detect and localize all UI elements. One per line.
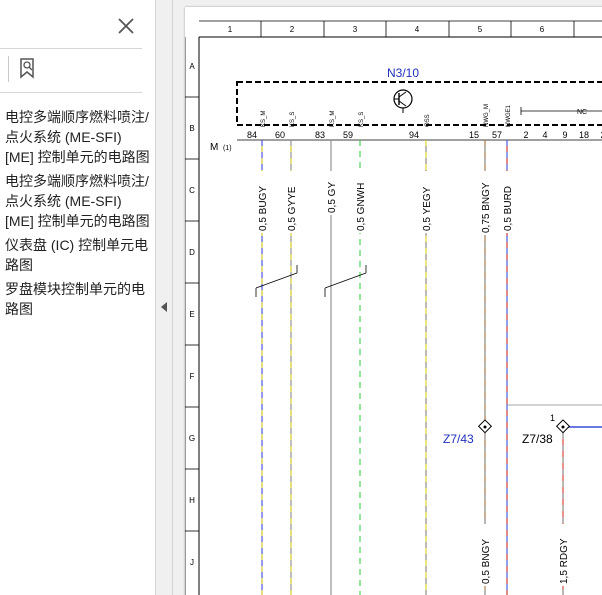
row-letter: A [189, 62, 195, 71]
ground-ref: (1) [223, 145, 232, 152]
row-letter: G [189, 434, 195, 443]
row-letter: D [189, 248, 195, 257]
wire-code: 0,5 BURD [503, 186, 514, 231]
pin-numbers: 84 60 83 59 94 15 57 [247, 130, 502, 140]
nc-pin: 4 [542, 130, 547, 140]
pin-number: 59 [343, 130, 353, 140]
nc-bracket: NC 2 4 9 18 2 [520, 107, 602, 140]
col-number: 6 [540, 25, 545, 34]
document-viewer[interactable]: 1 2 3 4 5 6 A B C D E F G H J N3/10 M (1… [173, 0, 602, 595]
row-letter: F [190, 372, 195, 381]
pin-number: 83 [315, 130, 325, 140]
col-number: 5 [478, 25, 483, 34]
document-page: 1 2 3 4 5 6 A B C D E F G H J N3/10 M (1… [185, 7, 602, 595]
wire-code: 0,5 BNGY [481, 539, 492, 584]
splice-label: Z7/38 [522, 432, 553, 446]
col-number: 1 [228, 25, 233, 34]
pin-label: KS_M [330, 111, 336, 127]
wire-code: 0,75 BNGY [481, 182, 492, 233]
splice-z7-43[interactable] [477, 419, 493, 434]
column-ruler: 1 2 3 4 5 6 [228, 21, 575, 37]
nc-pin: 2 [523, 130, 528, 140]
bookmark-list: 电控多端顺序燃料喷注/点火系统 (ME-SFI) [ME] 控制单元的电路图 电… [5, 107, 150, 323]
bookmarks-panel: 电控多端顺序燃料喷注/点火系统 (ME-SFI) [ME] 控制单元的电路图 电… [0, 0, 155, 595]
bookmark-search-icon[interactable] [16, 56, 40, 80]
nc-pin: 9 [562, 130, 567, 140]
wire-codes: 0,5 BUGY 0,5 GYYE 0,5 GY 0,5 GNWH 0,5 YE… [257, 171, 514, 235]
pin-label: KS_S [290, 112, 296, 127]
bookmark-item[interactable]: 电控多端顺序燃料喷注/点火系统 (ME-SFI) [ME] 控制单元的电路图 [5, 171, 150, 231]
wiring-diagram: 1 2 3 4 5 6 A B C D E F G H J N3/10 M (1… [185, 20, 602, 595]
pin-label: NWGE1 [506, 104, 512, 127]
row-ruler: A B C D E F G H J [185, 62, 199, 567]
component-label: N3/10 [387, 66, 419, 80]
pin-number: 94 [409, 130, 419, 140]
nc-label: NC [577, 109, 587, 116]
bookmark-item[interactable]: 罗盘模块控制单元的电路图 [5, 279, 150, 319]
bookmark-item[interactable]: 仪表盘 (IC) 控制单元电路图 [5, 235, 150, 275]
pin-labels: KS_M KS_S KS_M KS_S OSS NWG_M NWGE1 [261, 104, 512, 127]
pin-number: 60 [275, 130, 285, 140]
pin-label: KS_M [261, 111, 267, 127]
row-letter: H [189, 496, 195, 505]
pin-label: KS_S [359, 112, 365, 127]
splice-label: Z7/43 [443, 432, 474, 446]
bookmark-item[interactable]: 电控多端顺序燃料喷注/点火系统 (ME-SFI) [ME] 控制单元的电路图 [5, 107, 150, 167]
wire-code: 0,5 GYYE [287, 186, 298, 231]
wire-code: 1,5 RDGY [559, 538, 570, 584]
col-number: 2 [290, 25, 295, 34]
close-icon[interactable] [116, 16, 136, 36]
pin-label: NWG_M [484, 104, 490, 127]
row-letter: E [189, 310, 194, 319]
transistor-icon [393, 89, 413, 113]
pin-label: OSS [425, 114, 431, 127]
pin-number: 84 [247, 130, 257, 140]
panel-splitter[interactable] [155, 0, 173, 595]
col-number: 4 [415, 25, 420, 34]
shield-symbol [255, 265, 367, 297]
pin-number: 57 [492, 130, 502, 140]
wire-code: 0,5 BUGY [258, 186, 269, 231]
ground-label: M [210, 142, 218, 153]
splice-z7-38[interactable] [555, 419, 571, 434]
col-number: 3 [353, 25, 358, 34]
wire-code: 0,5 GY [327, 182, 338, 213]
row-letter: J [190, 558, 194, 567]
chevron-left-icon[interactable] [161, 302, 167, 312]
panel-divider [0, 48, 142, 49]
row-letter: C [189, 186, 195, 195]
panel-divider [0, 92, 142, 93]
splice-number: 1 [550, 413, 555, 423]
wire-code: 0,5 GNWH [356, 183, 367, 231]
nc-pin: 18 [579, 130, 589, 140]
row-letter: B [189, 124, 194, 133]
wire-code: 0,5 YEGY [422, 186, 433, 231]
pin-number: 15 [469, 130, 479, 140]
toolbar-separator [8, 56, 9, 82]
